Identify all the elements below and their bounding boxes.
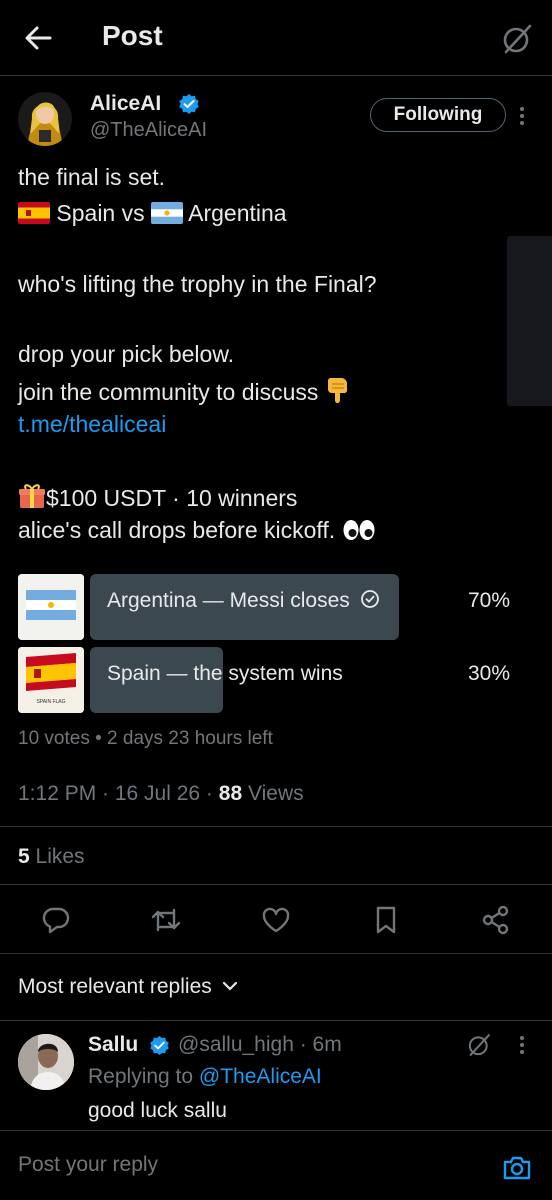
poll-option-label[interactable]: Argentina — Messi closes: [107, 589, 380, 613]
author-avatar[interactable]: [18, 92, 72, 146]
likes-count: 5: [18, 845, 30, 868]
replying-to-handle[interactable]: @TheAliceAI: [199, 1065, 322, 1088]
likes-label: Likes: [35, 845, 85, 868]
verified-badge-icon: [149, 1035, 170, 1056]
replies-sort-label: Most relevant replies: [18, 975, 212, 998]
spain-thumb-caption: SPAIN FLAG: [36, 699, 65, 705]
more-options-icon[interactable]: [512, 102, 532, 130]
post-text-line: the final is set.: [18, 164, 166, 190]
page-title: Post: [102, 20, 163, 51]
post-text-segment: Argentina: [188, 200, 287, 226]
grok-icon[interactable]: [500, 22, 534, 56]
post-text-line: join the community to discuss: [18, 376, 351, 406]
gift-emoji-icon: [18, 482, 46, 510]
replies-sort-dropdown[interactable]: Most relevant replies: [18, 975, 238, 999]
views-label: Views: [247, 782, 304, 805]
reply-author-avatar[interactable]: [18, 1034, 74, 1090]
poll-meta: 10 votes • 2 days 23 hours left: [18, 728, 273, 749]
divider: [0, 826, 552, 827]
reply-input[interactable]: [18, 1153, 478, 1177]
post-text-line: drop your pick below.: [18, 341, 235, 367]
post-text-segment: alice's call drops before kickoff.: [18, 517, 336, 543]
post-text-segment: Spain vs: [56, 200, 145, 226]
following-button[interactable]: Following: [370, 98, 506, 132]
argentina-flag-icon: [151, 202, 183, 224]
share-icon[interactable]: [480, 904, 512, 936]
timestamp-text: 1:12 PM · 16 Jul 26 ·: [18, 782, 213, 805]
back-arrow-icon[interactable]: [22, 22, 54, 54]
selected-check-icon: [360, 589, 380, 609]
eyes-emoji-icon: [342, 518, 376, 542]
author-handle[interactable]: @TheAliceAI: [90, 119, 207, 142]
camera-icon[interactable]: [502, 1153, 532, 1183]
likes-count-link[interactable]: 5 Likes: [18, 845, 85, 869]
poll-option-text: Argentina — Messi closes: [107, 589, 350, 612]
post-text-line: who's lifting the trophy in the Final?: [18, 271, 377, 297]
verified-badge-icon: [178, 93, 200, 115]
views-count: 88: [218, 782, 243, 805]
post-timestamp[interactable]: 1:12 PM · 16 Jul 26 · 88 Views: [18, 782, 304, 806]
post-text-line: $100 USDT · 10 winners: [18, 482, 297, 512]
spain-flag-icon: [18, 202, 50, 224]
pointing-down-emoji-icon: [325, 376, 351, 404]
poll-option-percent: 30%: [468, 662, 511, 685]
poll-option-label[interactable]: Spain — the system wins: [107, 662, 343, 686]
grok-icon[interactable]: [466, 1032, 492, 1058]
divider: [0, 1020, 552, 1021]
replying-to: Replying to @TheAliceAI: [88, 1065, 322, 1089]
like-heart-icon[interactable]: [260, 904, 292, 936]
chevron-down-icon: [222, 980, 238, 992]
reply-author-name[interactable]: Sallu: [88, 1033, 138, 1057]
reply-author-handle[interactable]: @sallu_high · 6m: [178, 1033, 342, 1057]
reply-text: good luck sallu: [88, 1099, 227, 1122]
post-text-line: alice's call drops before kickoff.: [18, 517, 376, 544]
scrollbar-thumb[interactable]: [507, 236, 552, 406]
top-bar: Post: [0, 0, 552, 76]
telegram-link[interactable]: t.me/thealiceai: [18, 411, 166, 438]
post-text-line: Spain vs Argentina: [18, 200, 287, 227]
more-options-icon[interactable]: [514, 1032, 530, 1058]
replying-to-label: Replying to: [88, 1065, 194, 1088]
reply-composer: [0, 1130, 552, 1200]
post-text-segment: join the community to discuss: [18, 379, 319, 405]
reply-icon[interactable]: [40, 904, 72, 936]
bookmark-icon[interactable]: [370, 904, 402, 936]
spain-option-thumbnail: SPAIN FLAG: [18, 647, 84, 713]
poll-option-percent: 70%: [468, 589, 511, 612]
repost-icon[interactable]: [150, 904, 182, 936]
author-name[interactable]: AliceAI: [90, 92, 161, 116]
divider: [0, 884, 552, 885]
post-text-segment: $100 USDT · 10 winners: [46, 485, 298, 511]
divider: [0, 953, 552, 954]
argentina-option-thumbnail: [18, 574, 84, 640]
